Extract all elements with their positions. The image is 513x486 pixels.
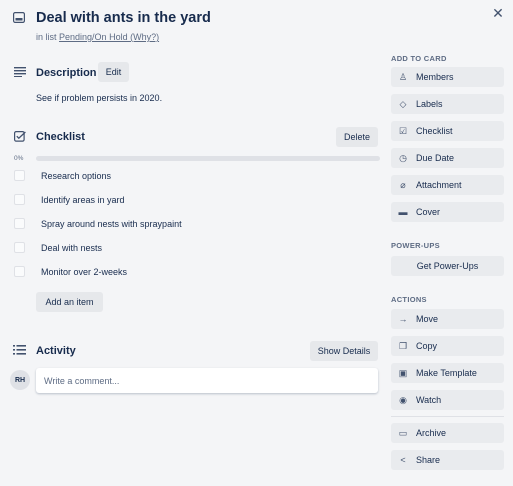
sidebar-button-labels[interactable]: ◇ Labels	[391, 94, 504, 114]
checklist-item-checkbox[interactable]	[14, 194, 25, 205]
eye-icon: ◉	[399, 394, 407, 405]
checklist-heading: Checklist	[36, 131, 85, 143]
description-heading: Description	[36, 67, 97, 79]
activity-icon	[13, 345, 26, 355]
sidebar-button-checklist[interactable]: ☑ Checklist	[391, 121, 504, 141]
sidebar-button-label: Watch	[416, 395, 442, 405]
checklist-icon	[14, 131, 26, 142]
avatar[interactable]: RH	[10, 370, 30, 390]
checklist-item-checkbox[interactable]	[14, 170, 25, 181]
checklist-item-label[interactable]: Deal with nests	[41, 243, 102, 253]
checklist-item-label[interactable]: Spray around nests with spraypaint	[41, 219, 182, 229]
sidebar-button-watch[interactable]: ◉ Watch	[391, 390, 504, 410]
close-icon[interactable]: ✕	[490, 5, 506, 21]
sidebar-button-attachment[interactable]: ⌀ Attachment	[391, 175, 504, 195]
cover-icon: ▬	[398, 207, 408, 217]
copy-icon: ❐	[398, 340, 408, 351]
sidebar-button-label: Attachment	[416, 180, 462, 190]
checklist-icon: ☑	[398, 125, 408, 136]
checklist-progress-label: 0%	[14, 155, 24, 162]
paperclip-icon: ⌀	[400, 179, 406, 190]
checklist-item-checkbox[interactable]	[14, 218, 25, 229]
actions-heading: ACTIONS	[391, 295, 427, 304]
archive-label: Archive	[416, 428, 447, 438]
sidebar-button-label: Move	[416, 314, 439, 324]
sidebar-divider	[391, 416, 504, 417]
get-powerups-button[interactable]: Get Power-Ups	[391, 256, 504, 276]
checklist-item-label[interactable]: Identify areas in yard	[41, 195, 125, 205]
tag-icon: ◇	[399, 98, 407, 109]
sidebar-button-label: Cover	[416, 207, 441, 217]
checklist-item-label[interactable]: Monitor over 2-weeks	[41, 267, 127, 277]
powerups-heading: POWER-UPS	[391, 241, 440, 250]
card-list-info: in list Pending/On Hold (Why?)	[36, 32, 159, 42]
add-item-button[interactable]: Add an item	[36, 292, 103, 312]
card-title[interactable]: Deal with ants in the yard	[36, 10, 211, 26]
checklist-delete-button[interactable]: Delete	[336, 127, 378, 147]
archive-icon: ▭	[398, 427, 408, 438]
person-icon: ♙	[398, 71, 408, 82]
sidebar-button-move[interactable]: → Move	[391, 309, 504, 329]
sidebar-button-label: Copy	[416, 341, 438, 351]
sidebar-button-label: Checklist	[416, 126, 453, 136]
add-to-card-heading: ADD TO CARD	[391, 54, 447, 63]
share-icon: <	[400, 455, 406, 465]
sidebar-button-label: Due Date	[416, 153, 455, 163]
list-link[interactable]: Pending/On Hold (Why?)	[59, 32, 159, 42]
arrow-right-icon: →	[398, 314, 408, 324]
share-label: Share	[416, 455, 441, 465]
checklist-item-checkbox[interactable]	[14, 266, 25, 277]
template-icon: ▣	[398, 367, 408, 378]
checklist-item-checkbox[interactable]	[14, 242, 25, 253]
checklist-progress-bar	[36, 156, 380, 161]
description-edit-button[interactable]: Edit	[98, 62, 129, 82]
description-icon	[14, 67, 26, 77]
sidebar-button-copy[interactable]: ❐ Copy	[391, 336, 504, 356]
sidebar-button-label: Make Template	[416, 368, 477, 378]
sidebar-button-label: Labels	[416, 99, 443, 109]
sidebar-button-cover[interactable]: ▬ Cover	[391, 202, 504, 222]
archive-button[interactable]: ▭ Archive	[391, 423, 504, 443]
sidebar-button-members[interactable]: ♙ Members	[391, 67, 504, 87]
in-list-prefix: in list	[36, 32, 57, 42]
comment-input[interactable]: Write a comment...	[36, 368, 378, 393]
card-icon	[13, 12, 25, 23]
sidebar-button-make-template[interactable]: ▣ Make Template	[391, 363, 504, 383]
sidebar-button-label: Members	[416, 72, 454, 82]
share-button[interactable]: < Share	[391, 450, 504, 470]
clock-icon: ◷	[399, 152, 407, 163]
sidebar-button-due-date[interactable]: ◷ Due Date	[391, 148, 504, 168]
show-details-button[interactable]: Show Details	[310, 341, 378, 361]
checklist-item-label[interactable]: Research options	[41, 171, 111, 181]
activity-heading: Activity	[36, 345, 76, 357]
description-text[interactable]: See if problem persists in 2020.	[36, 93, 162, 103]
